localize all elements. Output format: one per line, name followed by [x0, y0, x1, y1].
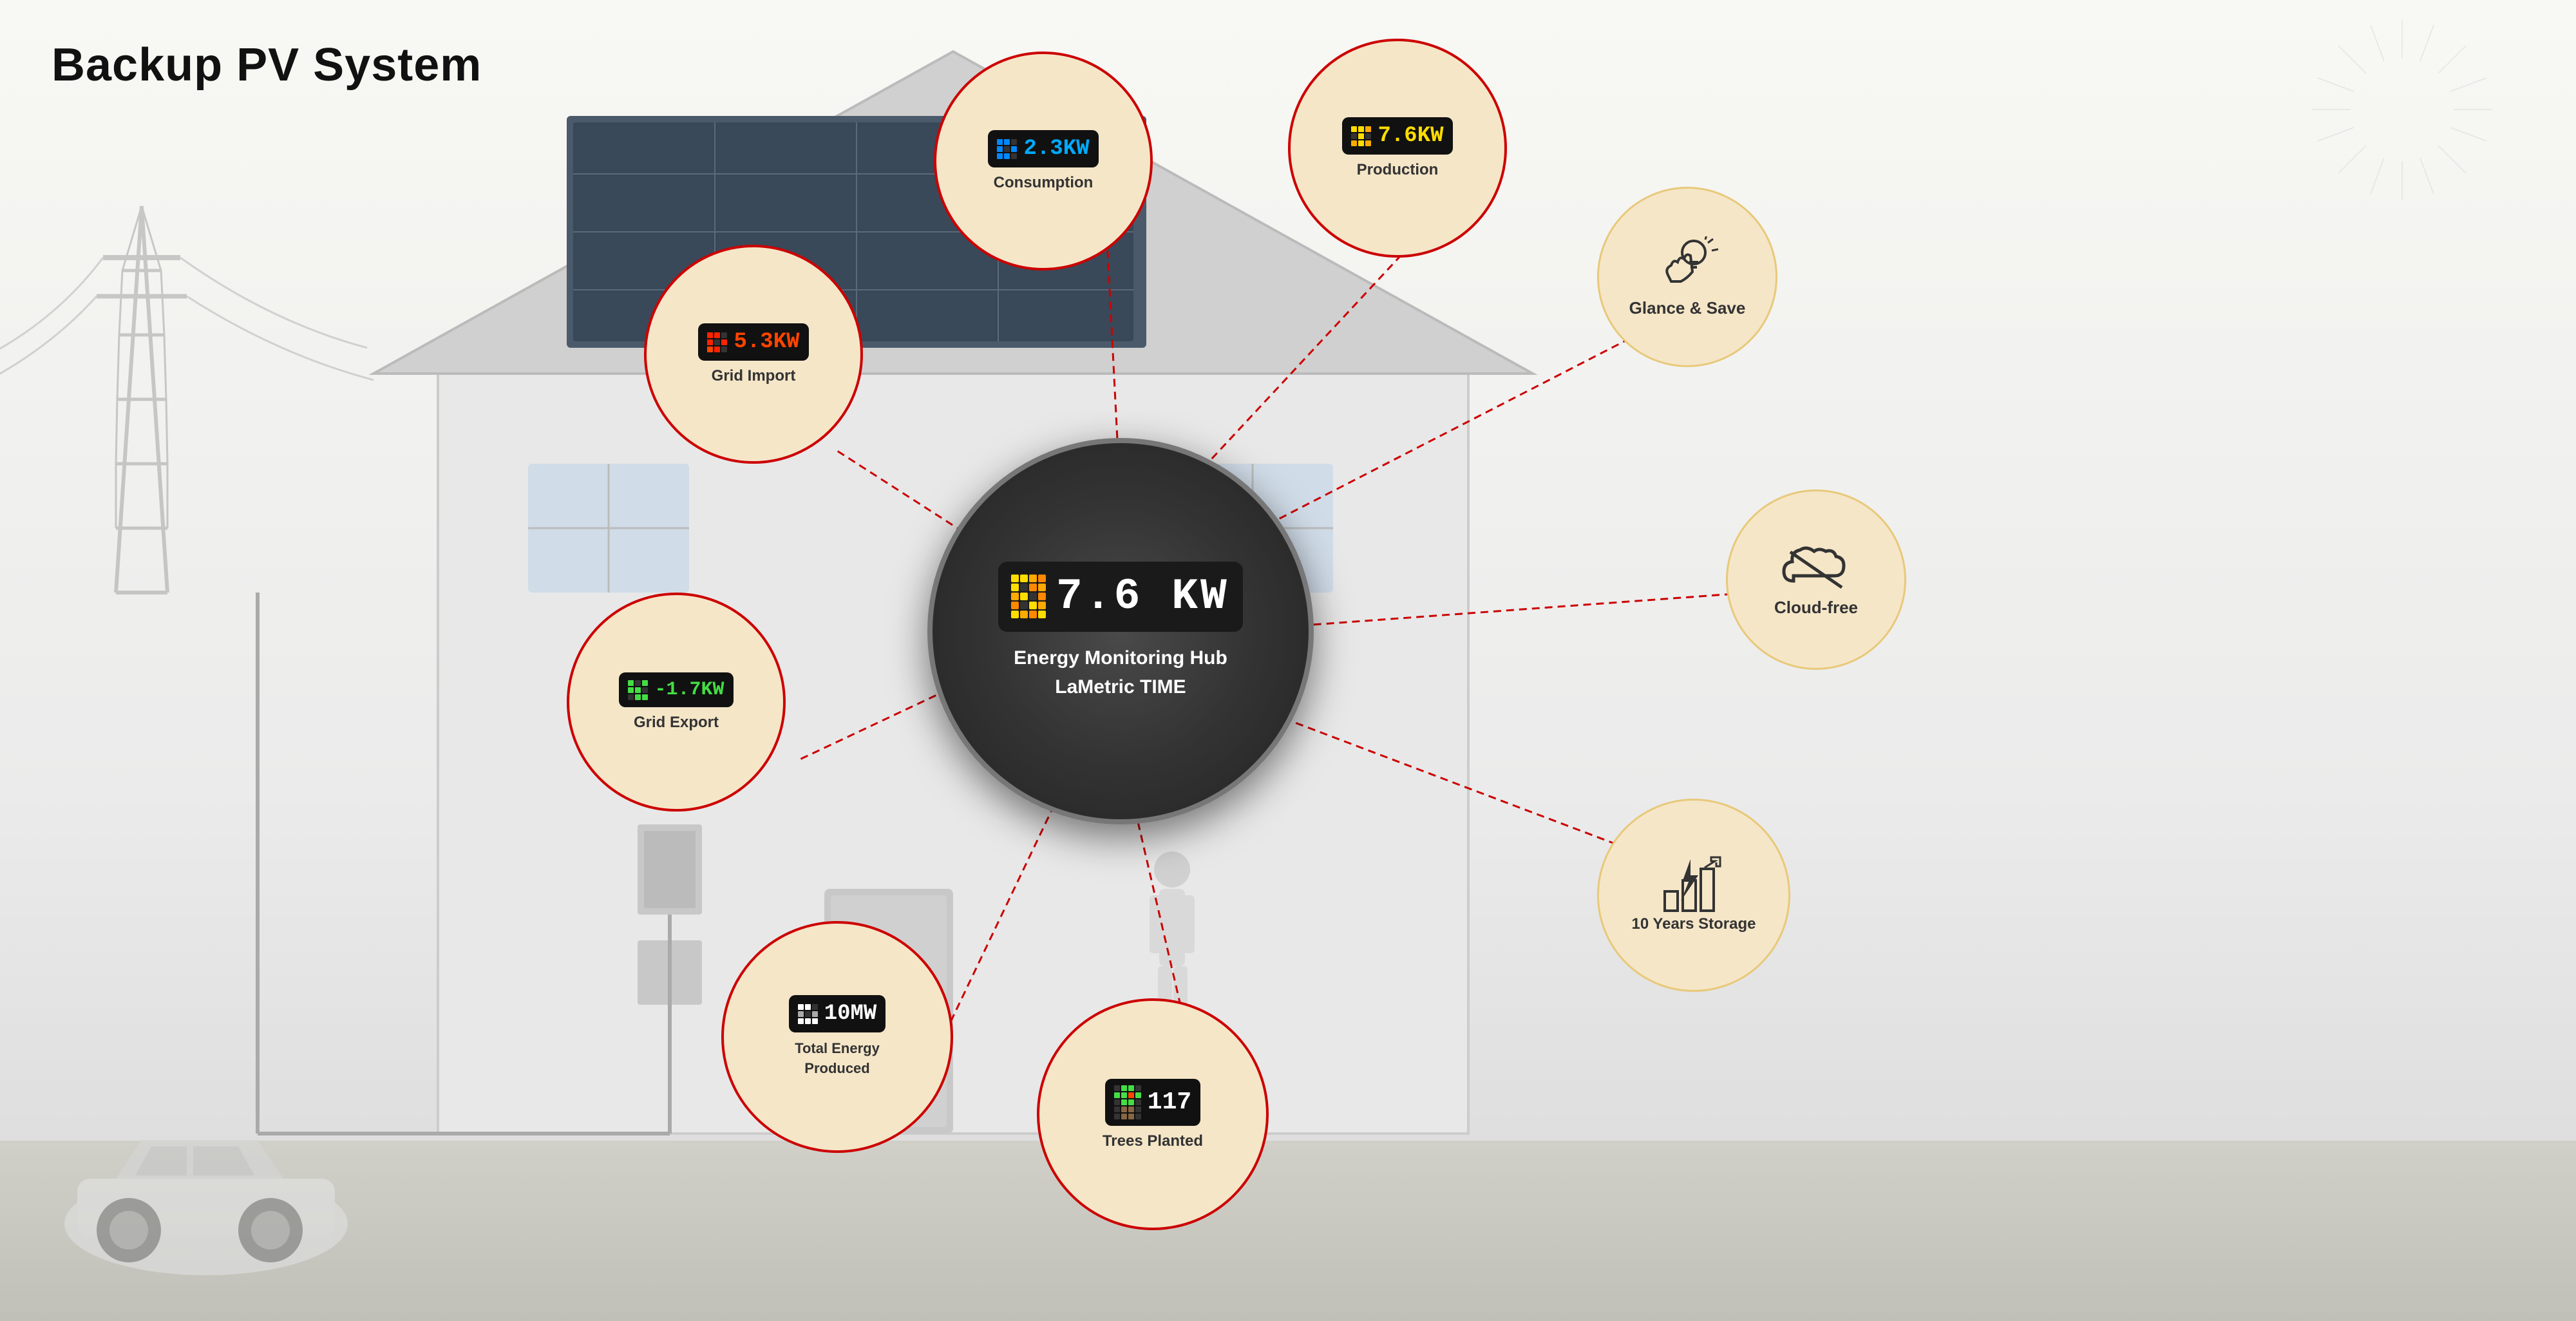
grid-import-display: 5.3KW — [698, 323, 808, 361]
grid-import-label: Grid Import — [712, 367, 796, 385]
glance-save-icon — [1655, 236, 1719, 294]
hub-value: 7.6 KW — [1056, 572, 1229, 622]
glance-save-label: Glance & Save — [1629, 298, 1746, 318]
grid-export-value: -1.7KW — [654, 679, 724, 701]
grid-import-value: 5.3KW — [734, 330, 799, 354]
cloud-free-icon — [1781, 542, 1852, 594]
metric-trees-planted: 117 Trees Planted — [1037, 998, 1269, 1230]
metric-consumption: 2.3KW Consumption — [934, 52, 1153, 271]
feature-glance-save: Glance & Save — [1597, 187, 1777, 367]
10-years-storage-label: 10 Years Storage — [1631, 914, 1756, 934]
consumption-label: Consumption — [994, 174, 1094, 192]
metric-grid-import: 5.3KW Grid Import — [644, 245, 863, 464]
storage-icon — [1658, 856, 1729, 914]
consumption-value: 2.3KW — [1023, 137, 1089, 161]
trees-planted-display: 117 — [1105, 1079, 1200, 1126]
total-energy-value: 10MW — [824, 1002, 877, 1026]
production-label: Production — [1357, 161, 1439, 179]
feature-cloud-free: Cloud-free — [1726, 489, 1906, 670]
grid-export-display: -1.7KW — [619, 672, 733, 707]
hub-circle: 7.6 KW Energy Monitoring Hub LaMetric TI… — [927, 438, 1314, 824]
trees-planted-label: Trees Planted — [1103, 1132, 1203, 1150]
metric-grid-export: -1.7KW Grid Export — [567, 593, 786, 812]
feature-10-years-storage: 10 Years Storage — [1597, 799, 1790, 992]
hub-display: 7.6 KW — [998, 562, 1243, 632]
cloud-free-label: Cloud-free — [1774, 598, 1858, 618]
hub-label: Energy Monitoring Hub LaMetric TIME — [1014, 643, 1227, 701]
production-display: 7.6KW — [1342, 117, 1452, 155]
hub-dot-matrix — [1011, 575, 1046, 618]
trees-planted-value: 117 — [1148, 1088, 1191, 1116]
production-value: 7.6KW — [1378, 124, 1443, 148]
metric-total-energy: 10MW Total EnergyProduced — [721, 921, 953, 1153]
grid-export-label: Grid Export — [634, 714, 719, 732]
total-energy-label: Total EnergyProduced — [795, 1039, 880, 1079]
metric-production: 7.6KW Production — [1288, 39, 1507, 258]
consumption-display: 2.3KW — [988, 130, 1098, 167]
total-energy-display: 10MW — [789, 995, 886, 1032]
